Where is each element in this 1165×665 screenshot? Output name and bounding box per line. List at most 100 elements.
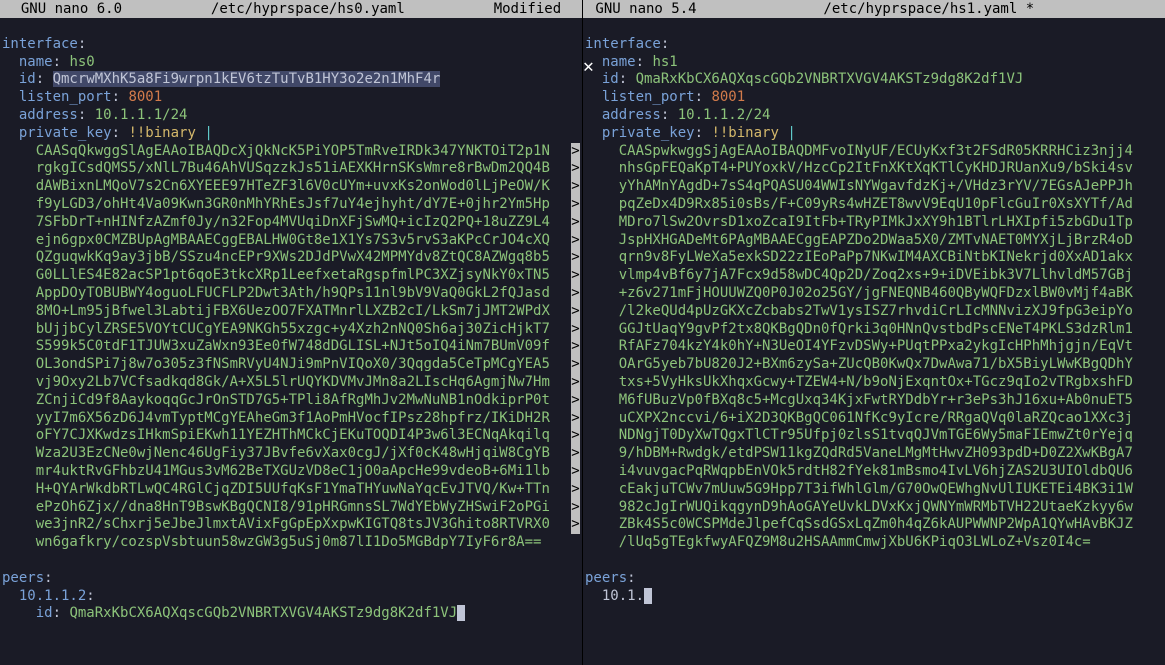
key-line: +z6v271mFjHOUUWZQ0P0J02o25GY/jgFNEQNB460… [619,285,1133,301]
close-icon[interactable]: ✕ [583,58,594,76]
left-editor-content[interactable]: interface: name: hs0 id: QmcrwMXhK5a8Fi9… [0,18,582,641]
key-line: bUjjbCylZRSE5VOYtCUCgYEA9NKGh55xzgc+y4Xz… [36,321,550,337]
key-line: Wza2U3EzCNe0wjNenc46UgFiy37JBvfe6vXax0cg… [36,445,550,461]
continuation-marker: > [571,196,580,214]
yaml-key: id [602,71,619,87]
continuation-marker: > [571,214,580,232]
right-app-name: GNU nano 5.4 [583,0,701,18]
key-line: JspHXHGADeMt6PAgMBAAECggEAPZDo2DWaa5X0/Z… [619,232,1133,248]
yaml-value: hs0 [69,54,94,70]
continuation-marker: > [571,463,580,481]
key-line: /lUq5gTEgkfwyAFQZ9M8u2HSAAmmCmwjXbU6KPiq… [619,534,1091,550]
yaml-key: interface [2,36,78,52]
continuation-marker: > [571,445,580,463]
right-editor-pane: GNU nano 5.4 /etc/hyprspace/hs1.yaml * i… [583,0,1165,665]
yaml-key: id [19,71,36,87]
key-line: mr4uktRvGFhbzU41MGus3vM62BeTXGUzVD8eC1jO… [36,463,550,479]
right-modified-status [1157,0,1165,18]
key-line: NDNgjT0DyXwTQgxTlCTr95Ufpj0zlsS1tvqQJVmT… [619,427,1133,443]
continuation-marker: > [571,267,580,285]
yaml-value: 8001 [711,89,745,105]
yaml-value: 8001 [128,89,162,105]
binary-tag: !!binary [711,125,778,141]
key-line: GGJtUaqY9gvPf2tx8QKBgQDn0fQrki3q0HNnQvst… [619,321,1133,337]
yaml-key: address [19,107,78,123]
yaml-value: 10.1.1.2/24 [678,107,771,123]
continuation-marker: > [571,160,580,178]
key-line: 8MO+Lm95jBfwel3LabtijFBX6UezOO7FXATMnrlL… [36,303,550,319]
right-editor-content[interactable]: interface: name: hs1 id: QmaRxKbCX6AQXqs… [583,18,1165,623]
highlighted-id-value: QmcrwMXhK5a8Fi9wrpn1kEV6tzTuTvB1HY3o2e2n… [53,71,441,87]
yaml-key: id [36,605,53,621]
key-line: RfAFz704kzY4k0hY+N3UeOI4YFzvDSWy+PUqtPPx… [619,338,1133,354]
key-line: rgkgICsdQMS5/xNlL7Bu46AhVUSqzzkJs51iAEXK… [36,160,550,176]
continuation-marker: > [571,321,580,339]
yaml-key: listen_port [19,89,112,105]
key-line: nhsGpFEQaKpT4+PUYoxkV/HzcCp2ItFnXKtXqKTl… [619,160,1133,176]
continuation-marker: > [571,392,580,410]
key-line: dAWBixnLMQoV7s2Cn6XYEEE97HTeZF3l6V0cUYm+… [36,178,550,194]
yaml-key: peers [2,570,44,586]
key-line: M6fUBuzVp0fBXq8c5+McgUxq34KjxFwtRYDdbYr+… [619,392,1133,408]
continuation-marker: > [571,178,580,196]
left-editor-pane: GNU nano 6.0 /etc/hyprspace/hs0.yaml Mod… [0,0,583,665]
yaml-key: peers [585,570,627,586]
continuation-marker: > [571,516,580,534]
key-line: OL3ondSPi7j8w7o305z3fNSmRVyU4NJi9mPnVIQo… [36,356,550,372]
key-line: cEakjuTCWv7mUuw5G9Hpp7T3ifWhlGlm/G70OwQE… [619,481,1133,497]
left-file-path: /etc/hyprspace/hs0.yaml [126,0,490,18]
peer-id-value: QmaRxKbCX6AQXqscGQb2VNBRTXVGV4AKSTz9dg8K… [69,605,457,621]
continuation-marker: > [571,303,580,321]
key-line: f9yLGD3/ohHt4Va09Kwn3GR0nMhYRhEsJsf7uY4e… [36,196,550,212]
key-line: AppDOyTOBUBWY4oguoLFUCFLP2Dwt3Ath/h9QPs1… [36,285,550,301]
peer-ip-partial: 10.1. [602,588,644,604]
key-line: ejn6gpx0CMZBUpAgMBAAECggEBALHW0Gt8e1X1Ys… [36,232,550,248]
binary-tag: !!binary [128,125,195,141]
key-line: 982cJgIrWUQikqgynD9hAoGAYeUvkLDVxKxjQWNY… [619,499,1133,515]
private-key-block: CAASqQkwggSlAgEAAoIBAQDcXjQkNcK5PiYOP5Tm… [2,143,580,552]
key-line: yYhAMnYAgdD+7sS4qPQASU04WWIsNYWgavfdzKj+… [619,178,1133,194]
yaml-value: QmaRxKbCX6AQXqscGQb2VNBRTXVGV4AKSTz9dg8K… [636,71,1024,87]
continuation-marker: > [571,427,580,445]
yaml-key: listen_port [602,89,695,105]
key-line: pqZeDx4D9Rx85i0sBs/F+C09yRs4wHZET8wvV9Eq… [619,196,1133,212]
key-line: 9/hDBM+Rwdgk/etdPSW11kgZQdRd5VaneLMgMtHw… [619,445,1133,461]
continuation-marker: > [571,481,580,499]
continuation-marker: > [571,232,580,250]
key-line: qrn9v8FyLWeXa5exkSD22zIEoPaPp7NKwIM4AXCB… [619,249,1133,265]
key-line: vj9Oxy2Lb7VCfsadkqd8Gk/A+X5L5lrUQYKDVMvJ… [36,374,550,390]
peer-ip-key: 10.1.1.2 [19,588,86,604]
left-modified-status: Modified [490,0,582,18]
continuation-marker: > [571,338,580,356]
private-key-block: CAASpwkwggSjAgEAAoIBAQDMFvoINyUF/ECUyKxf… [585,143,1163,552]
key-line: /l2keQUd4pUzGKXcZcbabs2TwV1ysISZ7rhvdiCr… [619,303,1133,319]
cursor [457,605,465,621]
key-line: H+QYArWkdbRTLwQC4RGlCjqZDI5UUfqKsF1YmaTH… [36,481,550,497]
key-line: txs+5VyHksUkXhqxGcwy+TZEW4+N/b9oNjExqntO… [619,374,1133,390]
key-line: i4vuvgacPqRWqpbEnVOk5rdtH82fYek81mBsmo4I… [619,463,1133,479]
pipe: | [787,125,795,141]
key-line: S599k5C0tdF1TJUW3xuZaWxn93Ee0fW748dDGLIS… [36,338,550,354]
key-line: G0LLlES4E82acSP1pt6qoE3tkcXRp1LeefxetaRg… [36,267,550,283]
continuation-marker: > [571,285,580,303]
key-line: ZCnjiCd9f8AaykoqqGcJrOnSTD7G5+TPli8AfRgM… [36,392,550,408]
continuation-marker: > [571,410,580,428]
key-line: ZBk4S5c0WCSPMdeJlpefCqSsdGSxLqZm0h4qZ6kA… [619,516,1133,532]
key-line: vlmp4vBf6y7jA7Fcx9d58wDC4Qp2D/Zoq2xs+9+i… [619,267,1133,283]
yaml-value: 10.1.1.1/24 [95,107,188,123]
pipe: | [204,125,212,141]
right-titlebar: GNU nano 5.4 /etc/hyprspace/hs1.yaml * [583,0,1165,18]
yaml-key: private_key [602,125,695,141]
key-line: CAASqQkwggSlAgEAAoIBAQDcXjQkNcK5PiYOP5Tm… [36,143,550,159]
yaml-key: interface [585,36,661,52]
continuation-marker: > [571,356,580,374]
key-line: yyI7m6X56zD6J4vmTyptMCgYEAheGm3f1AoPmHVo… [36,410,550,426]
key-line: wn6gafkry/cozspVsbtuun58wzGW3g5uSj0m87lI… [36,534,542,550]
continuation-marker: > [571,143,580,161]
yaml-key: address [602,107,661,123]
key-line: oFY7CJXKwdzsIHkmSpiEKwh11YEZHThMCkCjEKuT… [36,427,550,443]
cursor [644,588,652,604]
continuation-marker: > [571,374,580,392]
key-line: ePzOh6Zjx//dna8HnT9BswKBgQCNI8/91pHRGmns… [36,499,550,515]
key-line: we3jnR2/sChxrj5eJbeJlmxtAVixFgGpEpXxpwKI… [36,516,550,532]
